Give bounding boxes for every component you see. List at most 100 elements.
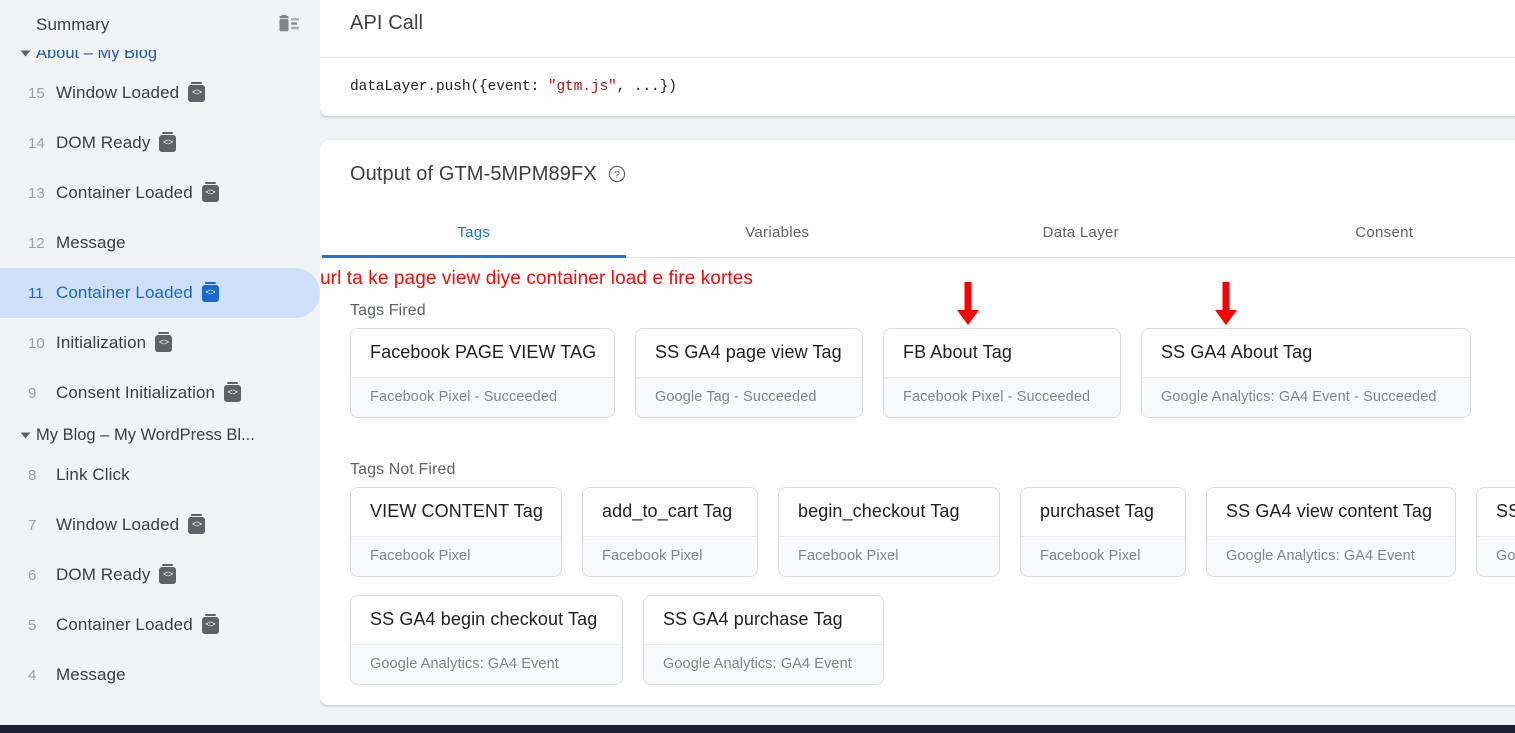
- event-index: 14: [28, 134, 45, 152]
- code-tag-icon: <>: [188, 514, 206, 534]
- tag-card[interactable]: SS GA4 add to cart Tag Google Analytics: …: [1476, 487, 1515, 577]
- tags-panel: url ta ke page view diye container load …: [320, 258, 1515, 705]
- code-tag-icon: <>: [188, 82, 206, 102]
- event-label: Link Click: [56, 465, 130, 484]
- annotation-arrow-icon: [955, 282, 981, 326]
- tag-card-status: Facebook Pixel: [779, 536, 999, 576]
- tab-label: Variables: [745, 224, 810, 241]
- code-tag-icon: <>: [224, 382, 242, 402]
- tag-card-name: purchaset Tag: [1040, 501, 1155, 521]
- event-label: DOM Ready: [56, 133, 151, 152]
- code-prefix: dataLayer.push({event:: [350, 79, 548, 95]
- tag-card[interactable]: VIEW CONTENT Tag Facebook Pixel: [350, 487, 562, 577]
- bottom-status-bar: [0, 725, 1515, 733]
- tag-card-status: Facebook Pixel: [583, 536, 757, 576]
- event-index: 9: [28, 384, 37, 402]
- event-label: Message: [56, 665, 126, 684]
- tag-card[interactable]: SS GA4 begin checkout Tag Google Analytic…: [350, 595, 623, 685]
- event-label: Message: [56, 233, 126, 252]
- tag-card[interactable]: purchaset Tag Facebook Pixel: [1020, 487, 1186, 577]
- api-call-header: API Call: [320, 0, 1515, 58]
- sidebar-group-label: My Blog – My WordPress Bl...: [36, 425, 255, 444]
- tag-card-name: VIEW CONTENT Tag: [370, 501, 543, 521]
- sidebar-title: Summary: [36, 15, 110, 34]
- event-label: Container Loaded: [56, 283, 193, 302]
- event-label: Container Loaded: [56, 615, 193, 634]
- event-index: 8: [28, 466, 37, 484]
- sidebar-event-item[interactable]: 11 Container Loaded <>: [0, 268, 320, 318]
- sidebar-event-item[interactable]: 4 Message: [0, 650, 320, 700]
- event-label: Consent Initialization: [56, 383, 216, 402]
- output-header: Output of GTM-5MPM89FX ?: [320, 140, 1515, 208]
- tag-card[interactable]: SS GA4 view content Tag Google Analytics:…: [1206, 487, 1456, 577]
- tag-card[interactable]: Facebook PAGE VIEW TAG Facebook Pixel - S…: [350, 328, 615, 418]
- tab-data-layer[interactable]: Data Layer: [929, 208, 1233, 257]
- sidebar-event-item[interactable]: 10 Initialization <>: [0, 318, 320, 368]
- event-label: Window Loaded: [56, 83, 180, 102]
- sidebar-event-item[interactable]: 9 Consent Initialization <>: [0, 368, 320, 418]
- tag-card-name: add_to_cart Tag: [602, 501, 733, 521]
- sidebar-group-2[interactable]: My Blog – My WordPress Bl...: [0, 420, 320, 450]
- tag-card-name: SS GA4 view content Tag: [1226, 501, 1433, 521]
- event-index: 7: [28, 516, 37, 534]
- event-index: 4: [28, 666, 37, 684]
- api-call-title: API Call: [350, 12, 424, 34]
- tag-card[interactable]: SS GA4 About Tag Google Analytics: GA4 Ev…: [1141, 328, 1471, 418]
- tab-label: Tags: [457, 224, 491, 241]
- tags-fired-row: Facebook PAGE VIEW TAG Facebook Pixel - S…: [350, 328, 1471, 418]
- sidebar-event-item[interactable]: 7 Window Loaded <>: [0, 500, 320, 550]
- chevron-down-icon[interactable]: [14, 432, 36, 439]
- api-call-card: API Call dataLayer.push({event: "gtm.js"…: [320, 0, 1515, 116]
- code-tag-icon: <>: [159, 564, 177, 584]
- sidebar-event-item[interactable]: 13 Container Loaded <>: [0, 168, 320, 218]
- tab-tags[interactable]: Tags: [322, 208, 626, 258]
- trash-list-icon[interactable]: [276, 12, 302, 38]
- output-title: Output of GTM-5MPM89FX: [350, 162, 597, 185]
- sidebar-event-item[interactable]: 15 Window Loaded <>: [0, 68, 320, 118]
- output-card: Output of GTM-5MPM89FX ? Tags Variables Da…: [320, 140, 1515, 705]
- sidebar-event-list[interactable]: About – My Blog 15 Window Loaded <> 14 DOM Re…: [0, 50, 320, 733]
- sidebar-group-1[interactable]: About – My Blog: [0, 50, 320, 68]
- event-label: Initialization: [56, 333, 147, 352]
- code-tag-icon: <>: [201, 282, 219, 302]
- sidebar-event-item[interactable]: 6 DOM Ready <>: [0, 550, 320, 600]
- sidebar-header: Summary: [0, 0, 320, 50]
- event-index: 5: [28, 616, 37, 634]
- sidebar-event-item[interactable]: 12 Message: [0, 218, 320, 268]
- tag-card-status: Facebook Pixel: [1021, 536, 1185, 576]
- tag-card[interactable]: begin_checkout Tag Facebook Pixel: [778, 487, 1000, 577]
- sidebar-event-item[interactable]: 5 Container Loaded <>: [0, 600, 320, 650]
- output-tabs[interactable]: Tags Variables Data Layer Consent: [320, 208, 1515, 258]
- annotation-note: url ta ke page view diye container load …: [320, 268, 754, 289]
- chevron-down-icon[interactable]: [14, 50, 36, 57]
- tag-card-name: begin_checkout Tag: [798, 501, 960, 521]
- tag-card[interactable]: SS GA4 purchase Tag Google Analytics: GA4…: [643, 595, 884, 685]
- sidebar-group-label: About – My Blog: [36, 50, 158, 62]
- event-label: Container Loaded: [56, 183, 193, 202]
- svg-text:?: ?: [614, 169, 620, 181]
- tab-variables[interactable]: Variables: [626, 208, 930, 257]
- code-string-literal: "gtm.js": [547, 79, 617, 95]
- sidebar-event-item[interactable]: 8 Link Click: [0, 450, 320, 500]
- tag-card[interactable]: SS GA4 page view Tag Google Tag - Succeed…: [635, 328, 863, 418]
- tab-consent[interactable]: Consent: [1233, 208, 1515, 257]
- tag-card-name: SS GA4 page view Tag: [655, 342, 842, 362]
- tab-label: Data Layer: [1042, 224, 1119, 241]
- tags-not-fired-row-2: SS GA4 begin checkout Tag Google Analytic…: [350, 595, 884, 685]
- code-suffix: , ...}): [616, 79, 677, 95]
- help-circle-icon[interactable]: ?: [608, 165, 626, 183]
- event-index: 13: [28, 184, 45, 202]
- tag-card-name: FB About Tag: [903, 342, 1012, 362]
- tags-not-fired-row-1: VIEW CONTENT Tag Facebook Pixel add_to_car…: [350, 487, 1515, 577]
- tag-card-name: SS GA4 begin checkout Tag: [370, 609, 598, 629]
- tag-card-status: Google Analytics: GA4 Event - Succeeded: [1142, 377, 1470, 417]
- code-tag-icon: <>: [201, 182, 219, 202]
- tag-card-status: Google Analytics: GA4 Event: [1477, 536, 1515, 576]
- code-tag-icon: <>: [201, 614, 219, 634]
- tag-card[interactable]: FB About Tag Facebook Pixel - Succeeded: [883, 328, 1121, 418]
- tag-card[interactable]: add_to_cart Tag Facebook Pixel: [582, 487, 758, 577]
- sidebar-event-item[interactable]: 14 DOM Ready <>: [0, 118, 320, 168]
- api-call-code: dataLayer.push({event: "gtm.js", ...}): [350, 79, 677, 95]
- event-index: 15: [28, 84, 45, 102]
- main-content: API Call dataLayer.push({event: "gtm.js"…: [320, 0, 1515, 733]
